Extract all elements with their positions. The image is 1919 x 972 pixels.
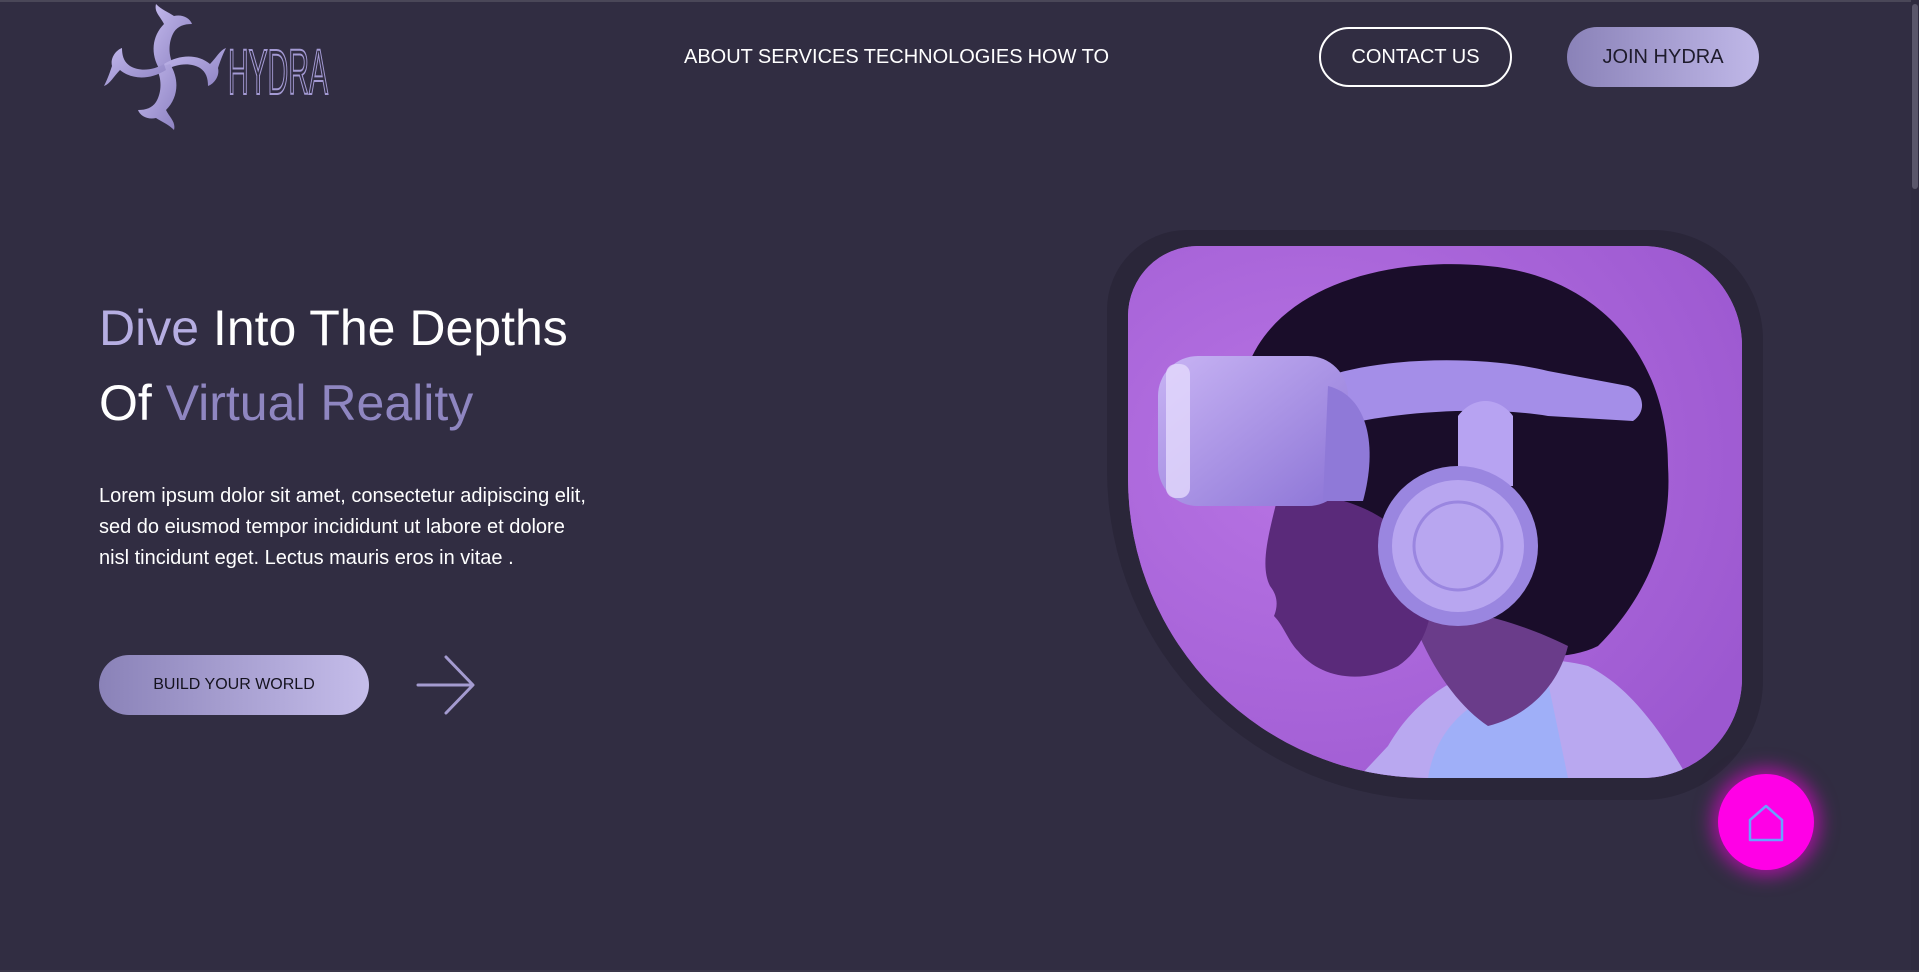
- nav-how-to[interactable]: HOW TO: [1028, 45, 1109, 69]
- hero-title-depths: Into The Depths: [199, 300, 568, 356]
- build-your-world-button[interactable]: BUILD YOUR WORLD: [99, 655, 369, 715]
- hero-description: Lorem ipsum dolor sit amet, consectetur …: [99, 485, 586, 569]
- hero-title-virtual-reality: Virtual Reality: [165, 375, 474, 431]
- build-your-world-label: BUILD YOUR WORLD: [153, 676, 315, 693]
- contact-us-label: CONTACT US: [1351, 45, 1480, 68]
- hero-title: Dive Into The Depths Of Virtual Reality: [99, 291, 568, 441]
- scrollbar-track[interactable]: [1911, 0, 1919, 972]
- home-fab-button[interactable]: [1718, 774, 1814, 870]
- join-hydra-button[interactable]: JOIN HYDRA: [1567, 27, 1759, 87]
- nav-technologies[interactable]: TECHNOLOGIES: [864, 45, 1023, 69]
- home-icon: [1748, 804, 1784, 842]
- join-hydra-label: JOIN HYDRA: [1602, 45, 1724, 68]
- brand-name: HYDRA: [228, 36, 328, 108]
- scrollbar-thumb[interactable]: [1912, 4, 1918, 189]
- hero-title-of: Of: [99, 375, 166, 431]
- arrow-right-icon[interactable]: [416, 654, 476, 716]
- brand-logo[interactable]: HYDRA: [98, 2, 334, 134]
- hydra-logo-icon: HYDRA: [104, 4, 329, 130]
- nav-about[interactable]: ABOUT: [684, 45, 753, 69]
- main-nav: ABOUT SERVICES TECHNOLOGIES HOW TO: [684, 45, 1109, 69]
- nav-services[interactable]: SERVICES: [758, 45, 859, 69]
- hero-title-dive: Dive: [99, 300, 200, 356]
- contact-us-button[interactable]: CONTACT US: [1319, 27, 1512, 87]
